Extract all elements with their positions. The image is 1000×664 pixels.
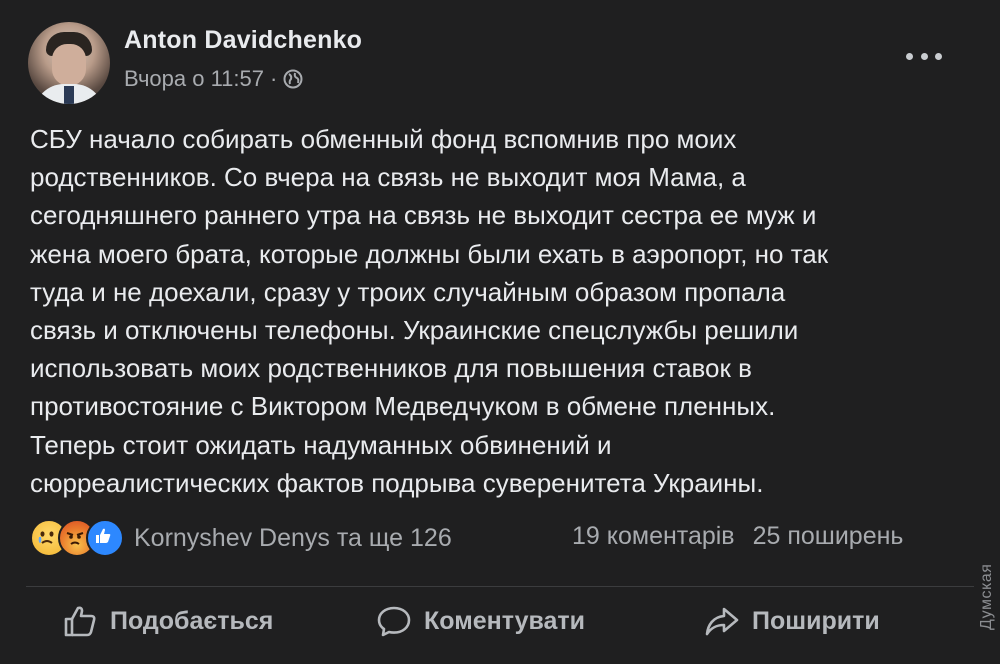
post-meta: Вчора о 11:57 · <box>124 66 303 92</box>
more-dots-icon <box>920 52 928 60</box>
share-button[interactable]: Поширити <box>704 604 880 638</box>
post-text-line: сюрреалистических фактов подрыва суверен… <box>30 467 764 498</box>
more-dots-icon <box>935 52 942 60</box>
source-watermark: Думская <box>978 563 995 630</box>
post-text-line: сегодняшнего раннего утра на связь не вы… <box>30 200 817 231</box>
comment-icon <box>377 606 411 637</box>
like-reaction-icon <box>86 519 124 557</box>
globe-icon <box>283 69 303 89</box>
post-text-line: родственников. Со вчера на связь не выхо… <box>30 162 746 193</box>
post-text-line: использовать моих родственников для повы… <box>30 353 752 384</box>
post-text-line: Теперь стоит ожидать надуманных обвинени… <box>30 429 612 460</box>
comments-count[interactable]: 19 коментарів <box>572 522 735 551</box>
thumbs-up-icon <box>64 606 96 637</box>
comment-button[interactable]: Коментувати <box>376 604 585 638</box>
shares-count[interactable]: 25 поширень <box>753 522 904 551</box>
actions-divider <box>26 586 974 587</box>
like-button[interactable]: Подобається <box>62 604 273 638</box>
share-label: Поширити <box>752 606 880 635</box>
avatar-tie <box>64 86 74 104</box>
reactions-summary[interactable]: Kornyshev Denys та ще 126 <box>134 524 452 553</box>
post-text-line: жена моего брата, которые должны были ех… <box>30 238 829 269</box>
post-text-line: СБУ начало собирать обменный фонд вспомн… <box>30 124 737 154</box>
post-text-line: связь и отключены телефоны. Украинские с… <box>30 315 799 346</box>
post-timestamp[interactable]: Вчора о 11:57 <box>124 66 264 92</box>
reactions-bar[interactable]: Kornyshev Denys та ще 126 <box>30 519 452 557</box>
more-options-button[interactable] <box>906 44 942 68</box>
author-avatar[interactable] <box>28 22 110 104</box>
author-name[interactable]: Anton Davidchenko <box>124 26 362 55</box>
post-text-line: туда и не доехали, сразу у троих случайн… <box>30 276 786 307</box>
more-dots-icon <box>906 52 913 60</box>
post-text-line: противостояние с Виктором Медведчуком в … <box>30 391 776 422</box>
facebook-post: Anton Davidchenko Вчора о 11:57 · СБУ на… <box>0 0 1000 664</box>
like-label: Подобається <box>110 606 274 635</box>
avatar-face <box>52 44 86 86</box>
comment-label: Коментувати <box>424 606 586 635</box>
share-icon <box>705 607 739 636</box>
meta-separator: · <box>270 66 278 91</box>
engagement-counts: 19 коментарів 25 поширень <box>572 522 903 551</box>
post-text: СБУ начало собирать обменный фонд вспомн… <box>30 120 960 502</box>
